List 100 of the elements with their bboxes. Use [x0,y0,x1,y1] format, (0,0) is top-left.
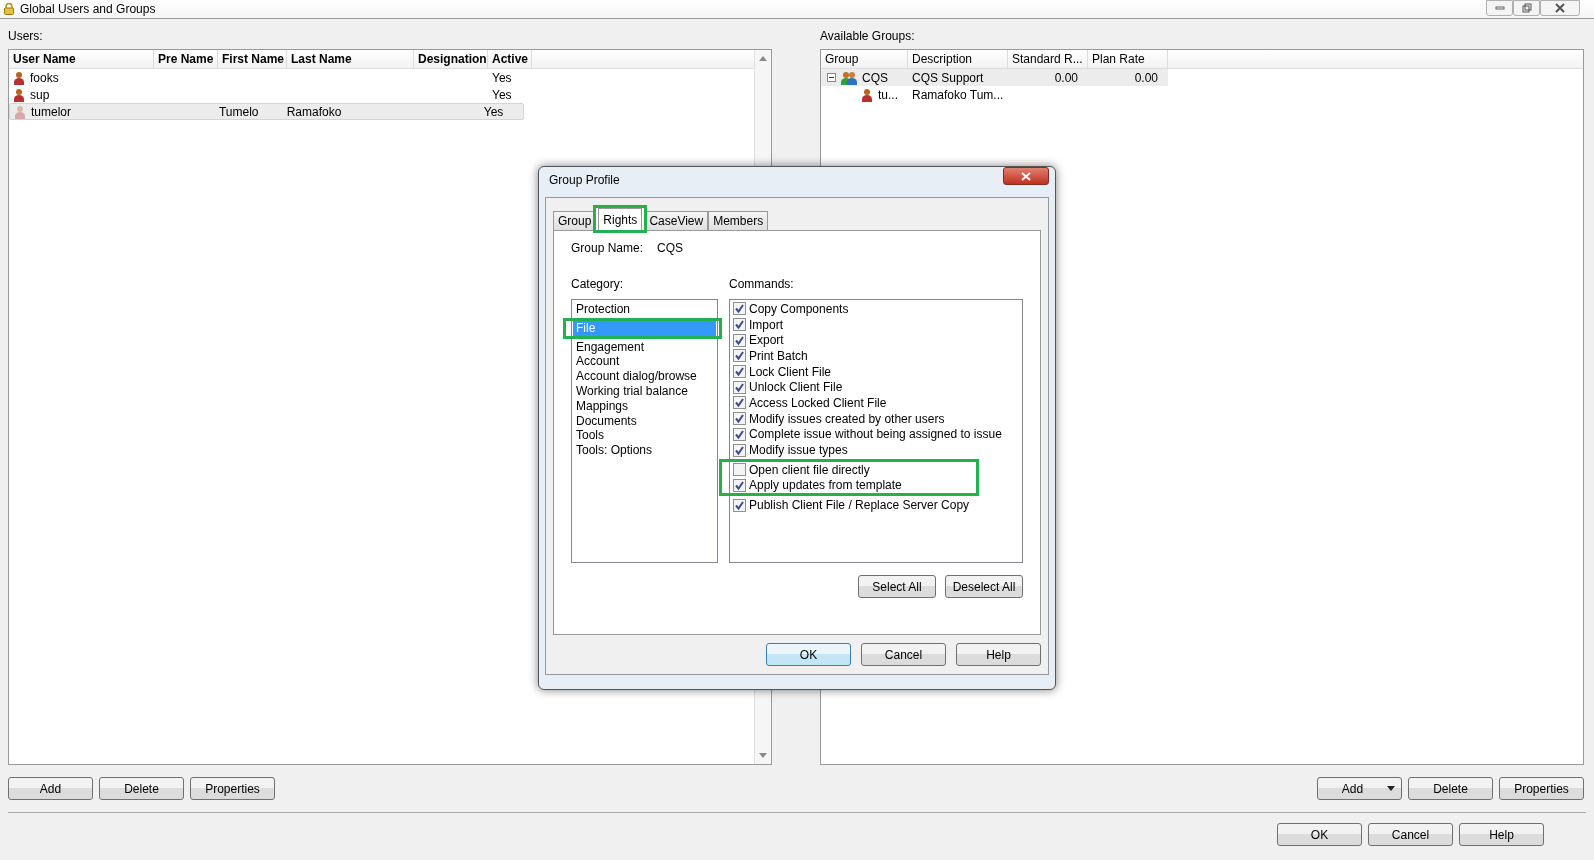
column-header[interactable]: Group [821,50,908,68]
column-header[interactable]: Pre Name [154,50,218,68]
tab[interactable]: CaseView [644,211,709,230]
checkbox-label: Copy Components [749,301,849,316]
table-cell: fooks [30,70,59,85]
checkbox-label: Apply updates from template [749,478,902,493]
dialog-button[interactable]: Help [956,643,1041,666]
dialog-button[interactable]: OK [766,643,851,666]
panel-button[interactable]: Add [8,777,93,800]
list-item[interactable]: Engagement [573,339,716,355]
table-cell: tumelor [31,104,71,119]
checkbox[interactable] [733,498,746,512]
dialog-button[interactable]: OK [1277,823,1362,846]
column-header[interactable]: User Name [9,50,154,68]
list-item[interactable]: Working trial balance [573,384,716,399]
table-cell: Yes [492,70,512,85]
list-item[interactable]: Account dialog/browse [573,369,716,384]
list-button[interactable]: Deselect All [945,575,1023,598]
table-cell: Ramafoko Tum... [912,87,1004,102]
group-icon [841,70,857,85]
dialog-button[interactable]: Cancel [1368,823,1453,846]
tab[interactable]: Members [708,211,769,230]
table-cell: sup [30,87,50,102]
dialog-title: Group Profile [549,173,620,187]
checkbox-label: Lock Client File [749,364,832,379]
column-header[interactable]: Standard R... [1008,50,1088,68]
list-button[interactable]: Select All [858,575,936,598]
panel-button[interactable]: Delete [99,777,184,800]
column-header[interactable]: Plan Rate [1088,50,1168,68]
checkbox[interactable] [733,349,746,363]
checkbox[interactable] [733,478,746,492]
category-label: Category: [571,277,625,291]
checkbox-label: Complete issue without being assigned to issue [749,427,1002,442]
selected-row[interactable]: tumelor Tumelo Ramafoko Yes [9,103,524,120]
users-label: Users: [8,29,44,43]
column-header[interactable]: Description [908,50,1008,68]
column-header[interactable]: Last Name [287,50,414,68]
restore-button[interactable] [1513,0,1540,16]
checkbox[interactable] [733,396,746,410]
user-icon [13,70,25,85]
group-name-value: CQS [657,241,684,255]
panel-button[interactable]: Delete [1408,777,1493,800]
window-title: Global Users and Groups [20,2,156,16]
checkbox[interactable] [733,318,746,332]
split-button[interactable]: Add [1317,777,1402,800]
lock-icon [4,3,14,15]
checkbox-label: Unlock Client File [749,380,843,395]
checkbox[interactable] [733,380,746,394]
user-icon [13,87,25,102]
list-item[interactable]: Account [573,354,716,370]
close-icon [1021,171,1031,181]
table-cell: CQS Support [912,70,984,85]
checkbox-label: Modify issues created by other users [749,411,945,426]
column-header[interactable]: First Name [218,50,287,68]
close-button[interactable] [1540,0,1580,16]
user-icon [14,104,26,119]
table-cell: Tumelo [218,104,259,119]
close-button[interactable] [1003,167,1049,185]
table-cell: tu... [878,87,898,102]
checkbox-label: Import [749,317,783,332]
table-cell: CQS [862,70,888,85]
panel-button[interactable]: Properties [1499,777,1584,800]
checkbox-label: Export [749,333,784,348]
checkbox[interactable] [733,302,746,316]
table-cell: 0.00 [1134,70,1158,85]
selected-row[interactable]: CQS CQS Support 0.00 0.00 [821,69,1168,86]
checkbox[interactable] [733,365,746,379]
dialog-button[interactable]: Cancel [861,643,946,666]
table-cell: Yes [492,87,512,102]
checkbox[interactable] [733,412,746,426]
checkbox-label: Access Locked Client File [749,395,887,410]
list-item[interactable]: Tools: Options [573,443,716,458]
scroll-up-icon[interactable] [759,56,767,61]
checkbox[interactable] [733,443,746,457]
list-item[interactable]: Mappings [573,398,716,414]
dropdown-icon[interactable] [1387,786,1396,791]
user-icon [861,87,873,102]
checkbox-label: Print Batch [749,348,808,363]
list-item[interactable]: Documents [573,413,716,429]
group-name-label: Group Name: [571,241,644,255]
commands-label: Commands: [729,277,795,291]
checkbox-label: Publish Client File / Replace Server Copy [749,498,970,513]
checkbox-label: Modify issue types [749,443,848,458]
list-item[interactable]: Protection [573,302,716,317]
table-cell: Yes [483,104,504,119]
checkbox[interactable] [733,463,746,477]
column-header[interactable]: Designation [414,50,488,68]
column-header[interactable]: Active [488,50,532,68]
checkbox[interactable] [733,427,746,441]
minimize-icon [1494,5,1505,11]
tab[interactable]: Rights [598,208,643,230]
checkbox[interactable] [733,333,746,347]
list-item[interactable]: Tools [573,428,716,444]
dialog-button[interactable]: Help [1459,823,1544,846]
restore-icon [1521,3,1532,13]
scroll-down-icon[interactable] [759,753,767,758]
table-cell: 0.00 [1054,70,1078,85]
expander-icon[interactable] [827,73,836,82]
close-icon [1555,3,1565,13]
panel-button[interactable]: Properties [190,777,275,800]
